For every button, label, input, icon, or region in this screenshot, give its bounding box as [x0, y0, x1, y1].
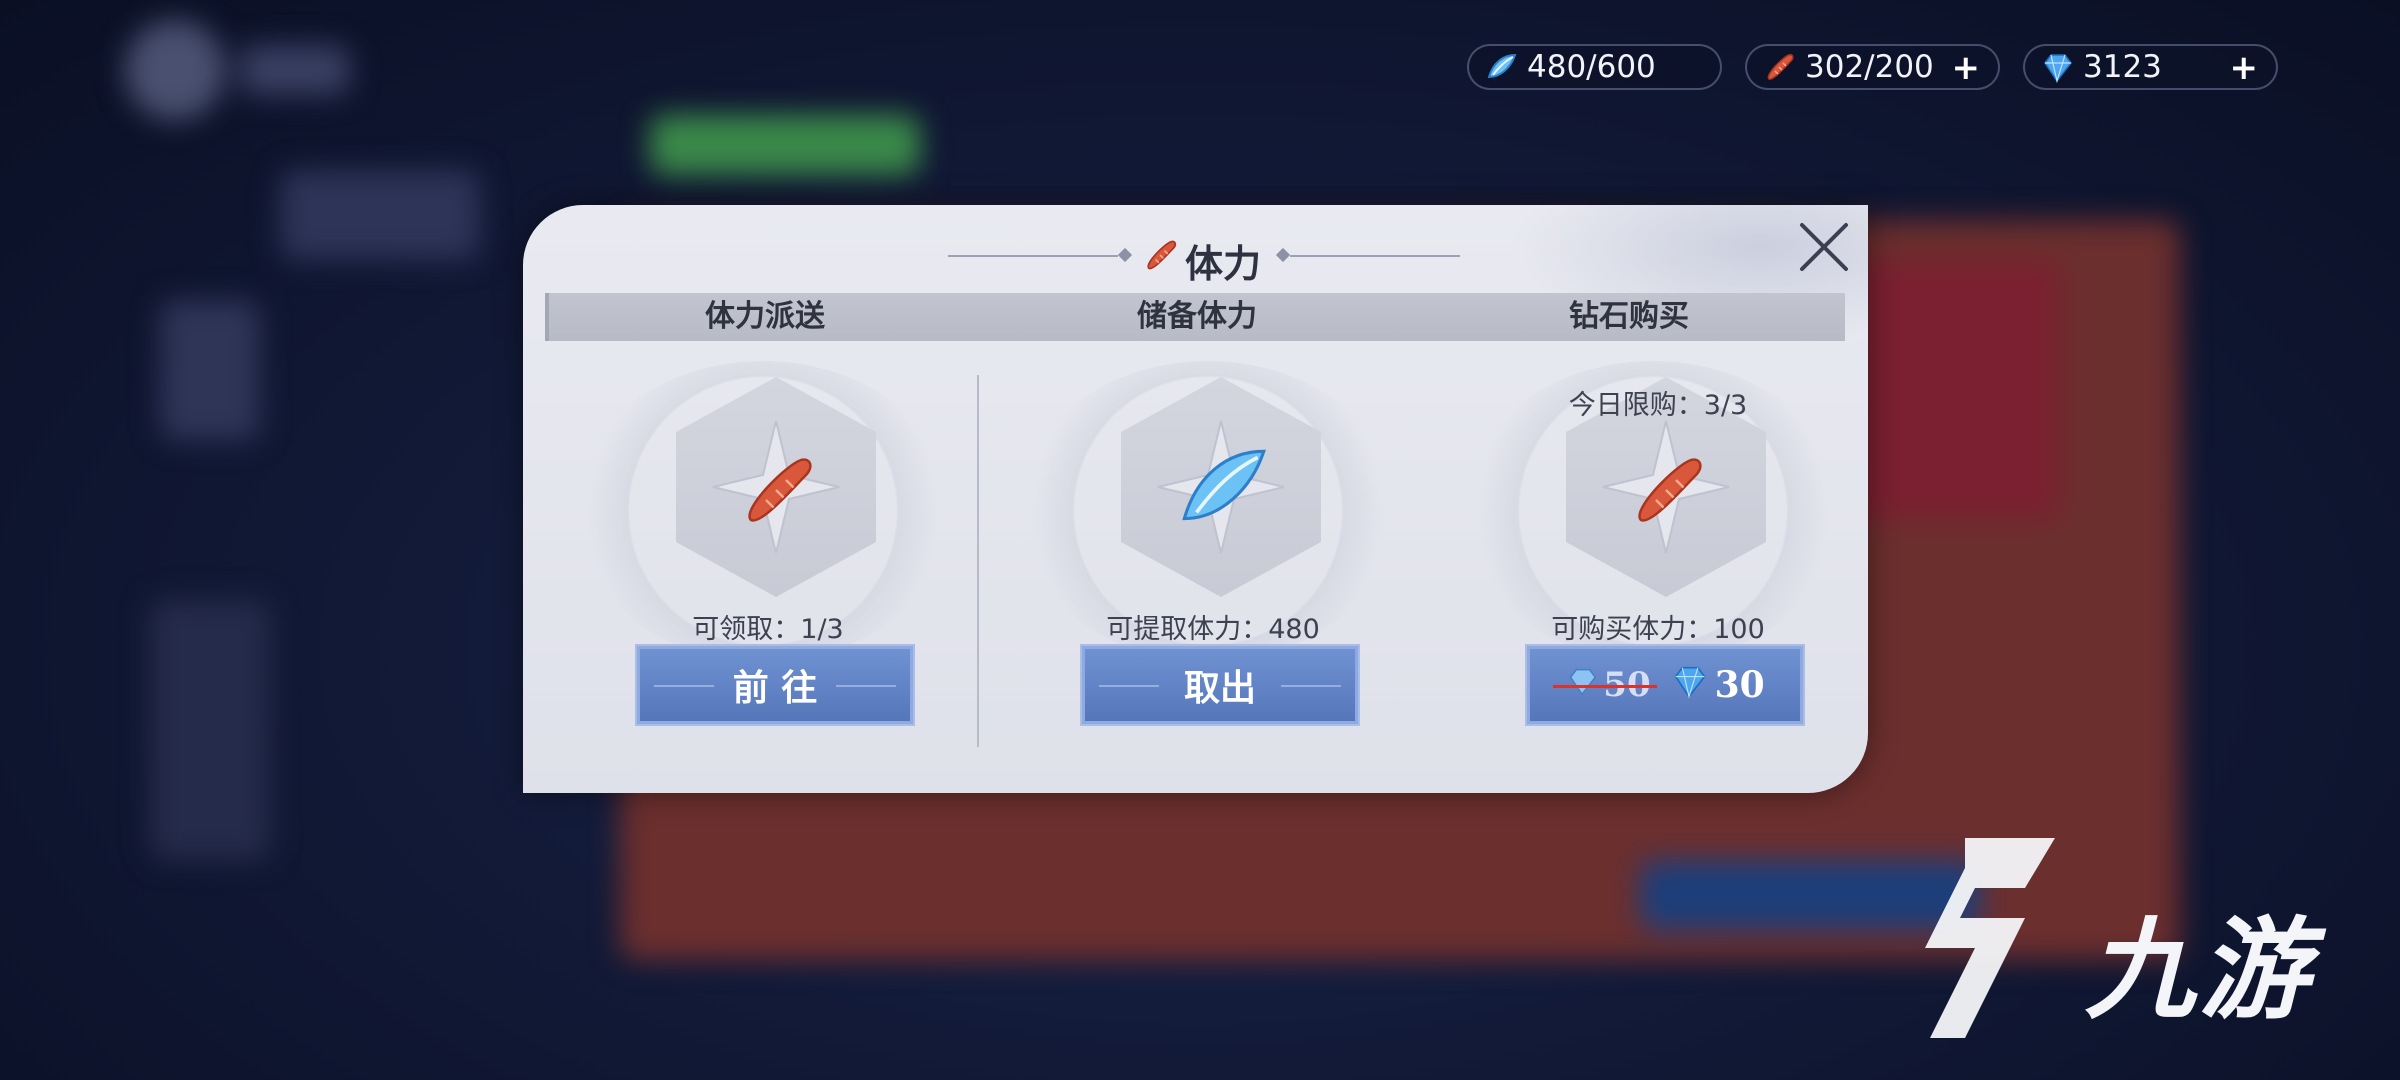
go-button-label: 前 往 — [732, 667, 818, 709]
go-button[interactable]: 前 往 — [635, 644, 915, 726]
purchasable-stamina: 可购买体力：100 — [1551, 614, 1765, 645]
withdraw-button[interactable]: 取出 — [1080, 644, 1360, 726]
original-price: 50 — [1553, 665, 1657, 705]
buy-with-diamond-button[interactable]: 50 30 — [1525, 644, 1805, 726]
diamond-purchase-card: 今日限购：3/3 可购买体力：100 50 30 — [1443, 341, 1868, 781]
sausage-icon — [1621, 445, 1711, 539]
stamina-value: 480/600 — [1527, 49, 1656, 85]
header-diamond-purchase: 钻石购买 — [1569, 299, 1689, 334]
add-sausage-button[interactable]: + — [1952, 51, 1981, 85]
diamond-icon — [2037, 47, 2077, 87]
dialog-title-row: 体力 — [523, 227, 1868, 286]
diamond-counter[interactable]: 3123 + — [2023, 44, 2278, 90]
discount-price: 30 — [1714, 664, 1765, 706]
claimable-count: 可领取：1/3 — [692, 614, 844, 645]
withdraw-button-label: 取出 — [1183, 667, 1256, 709]
diamond-value: 3123 — [2083, 49, 2162, 85]
watermark-text: 九游 — [2085, 906, 2313, 1034]
sausage-icon — [1759, 47, 1799, 87]
blue-crystal-icon — [1166, 433, 1276, 547]
stamina-counter[interactable]: 480/600 — [1467, 44, 1722, 90]
sausage-value: 302/200 — [1805, 49, 1934, 85]
dialog-title: 体力 — [1185, 242, 1262, 286]
withdrawable-stamina: 可提取体力：480 — [1106, 614, 1320, 645]
sausage-icon — [731, 445, 821, 539]
header-reserve-stamina: 储备体力 — [1137, 299, 1257, 334]
blue-crystal-icon — [1481, 47, 1521, 87]
reserve-stamina-card: 可提取体力：480 取出 — [998, 341, 1428, 781]
header-stamina-delivery: 体力派送 — [705, 299, 825, 334]
add-diamond-button[interactable]: + — [2230, 51, 2259, 85]
close-icon — [1800, 223, 1848, 271]
column-header-bar: 体力派送 储备体力 钻石购买 — [545, 293, 1845, 341]
diamond-icon — [1669, 661, 1709, 710]
daily-purchase-limit: 今日限购：3/3 — [1568, 390, 1748, 421]
sausage-stamina-counter[interactable]: 302/200 + — [1745, 44, 2000, 90]
stamina-dialog: 体力 体力派送 储备体力 钻石购买 可领取：1/3 前 往 可提取体力：480 … — [523, 205, 1868, 793]
jiuyou-logo-icon — [1925, 838, 2055, 1038]
sausage-icon — [1140, 235, 1180, 279]
stamina-delivery-card: 可领取：1/3 前 往 — [553, 341, 983, 781]
close-button[interactable] — [1794, 217, 1854, 277]
